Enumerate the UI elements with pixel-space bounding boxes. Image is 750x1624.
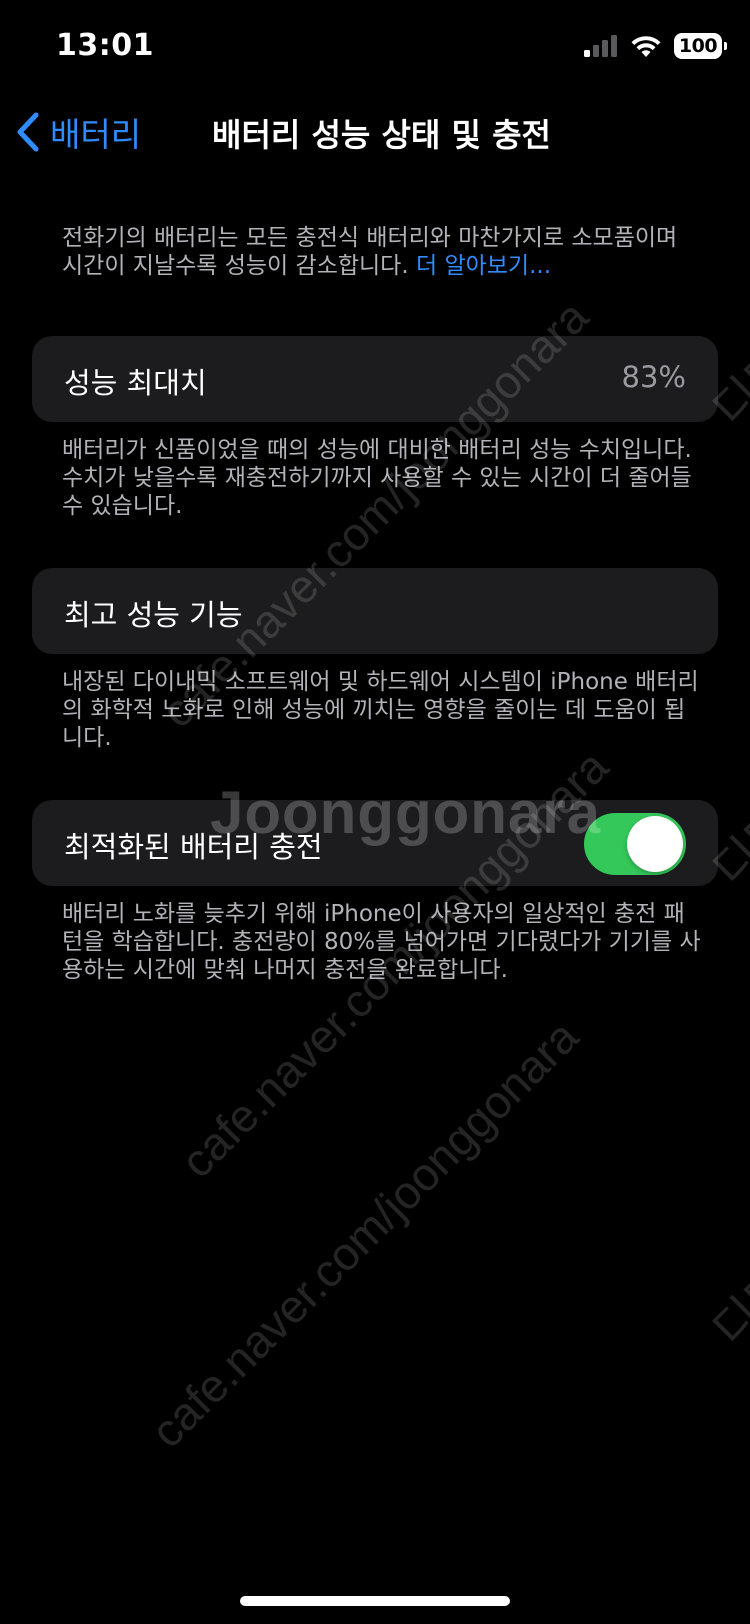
learn-more-link[interactable]: 더 알아보기... — [416, 253, 551, 279]
optimized-charging-cell: 최적화된 배터리 충전 — [32, 800, 718, 886]
status-time: 13:01 — [56, 28, 154, 63]
intro-description: 전화기의 배터리는 모든 충전식 배터리와 마찬가지로 소모품이며 시간이 지날… — [62, 224, 702, 280]
maximum-capacity-footnote: 배터리가 신품이었을 때의 성능에 대비한 배터리 성능 수치입니다. 수치가 … — [62, 437, 692, 519]
navigation-bar: 배터리 배터리 성능 상태 및 충전 — [0, 96, 750, 168]
maximum-capacity-value: 83% — [621, 360, 686, 394]
cellular-signal-icon — [584, 35, 617, 57]
back-button[interactable]: 배터리 — [16, 108, 141, 156]
optimized-charging-label: 최적화된 배터리 충전 — [64, 830, 323, 864]
optimized-charging-toggle[interactable] — [584, 813, 686, 875]
status-icons: 100 — [584, 30, 727, 62]
home-indicator[interactable] — [240, 1596, 510, 1606]
watermark-url: cafe.naver.com/joonggonara — [140, 1010, 588, 1458]
maximum-capacity-label: 성능 최대치 — [64, 366, 207, 400]
status-bar: 13:01 100 — [0, 0, 750, 90]
watermark-edge-text: 디디 — [703, 1257, 750, 1358]
page-title: 배터리 성능 상태 및 충전 — [212, 116, 551, 154]
wifi-icon — [631, 36, 661, 57]
battery-level: 100 — [678, 35, 718, 57]
back-label: 배터리 — [50, 115, 142, 154]
intro-text: 전화기의 배터리는 모든 충전식 배터리와 마찬가지로 소모품이며 시간이 지날… — [62, 225, 678, 279]
toggle-knob — [627, 816, 683, 872]
peak-performance-footnote: 내장된 다이내믹 소프트웨어 및 하드웨어 시스템이 iPhone 배터리의 화… — [62, 669, 699, 751]
battery-icon: 100 — [674, 33, 727, 59]
maximum-capacity-cell: 성능 최대치 83% — [32, 336, 718, 422]
peak-performance-cell: 최고 성능 기능 — [32, 568, 718, 654]
chevron-left-icon — [17, 112, 39, 152]
peak-performance-label: 최고 성능 기능 — [64, 598, 243, 632]
optimized-charging-footnote: 배터리 노화를 늦추기 위해 iPhone이 사용자의 일상적인 충전 패턴을 … — [62, 901, 701, 983]
